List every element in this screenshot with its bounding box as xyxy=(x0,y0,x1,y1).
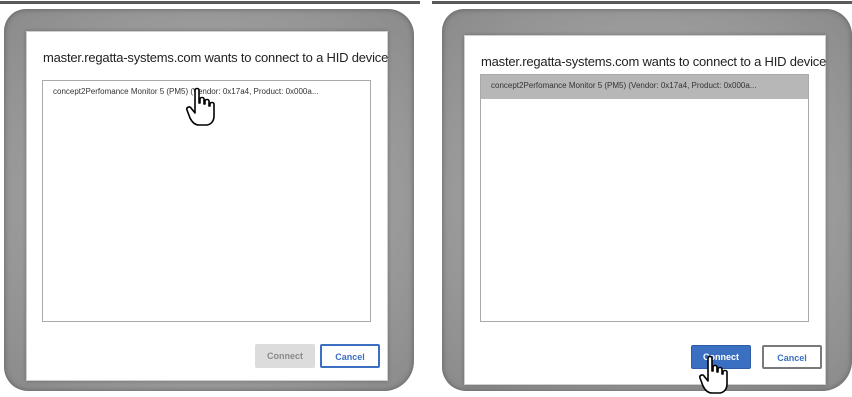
device-item-pm5[interactable]: concept2Perfomance Monitor 5 (PM5) (Vend… xyxy=(481,75,808,99)
top-divider-right xyxy=(432,1,852,4)
cancel-button[interactable]: Cancel xyxy=(762,345,822,369)
screenshot-panel-left: master.regatta-systems.com wants to conn… xyxy=(4,9,414,391)
hand-pointer-icon xyxy=(699,355,728,394)
device-list[interactable]: concept2Perfomance Monitor 5 (PM5) (Vend… xyxy=(480,74,809,322)
dialog-title: master.regatta-systems.com wants to conn… xyxy=(481,54,827,69)
hid-chooser-dialog: master.regatta-systems.com wants to conn… xyxy=(26,31,388,381)
dialog-title: master.regatta-systems.com wants to conn… xyxy=(43,50,389,65)
screenshot-panel-right: master.regatta-systems.com wants to conn… xyxy=(442,9,852,394)
hand-pointer-icon xyxy=(186,87,215,126)
cancel-button[interactable]: Cancel xyxy=(320,344,380,368)
connect-button[interactable]: Connect xyxy=(255,344,315,368)
hid-chooser-dialog: master.regatta-systems.com wants to conn… xyxy=(464,35,826,385)
top-divider-left xyxy=(0,1,420,4)
